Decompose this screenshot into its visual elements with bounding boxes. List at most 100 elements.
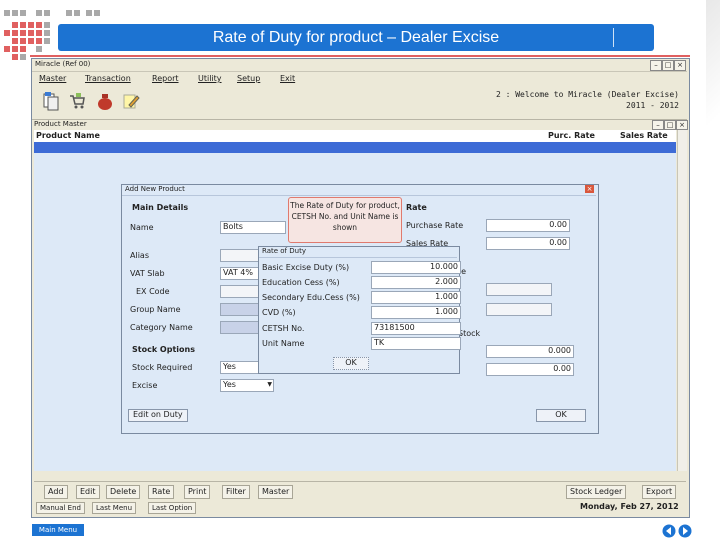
status-bar: Manual End Last Menu Last Option Monday,… — [34, 501, 686, 514]
callout-text: The Rate of Duty for product, CETSH No. … — [290, 201, 400, 232]
secondary-cess-input[interactable]: 1.000 — [371, 291, 461, 304]
cart-icon[interactable] — [68, 91, 86, 111]
education-cess-input[interactable]: 2.000 — [371, 276, 461, 289]
main-details-label: Main Details — [132, 203, 189, 212]
col-product-name[interactable]: Product Name — [36, 131, 100, 140]
alias-input[interactable] — [220, 249, 262, 262]
banner-divider — [613, 28, 614, 47]
menu-report[interactable]: Report — [152, 74, 179, 83]
category-name-label: Category Name — [130, 323, 193, 332]
cetsh-label: CETSH No. — [262, 324, 305, 333]
explanation-callout: The Rate of Duty for product, CETSH No. … — [288, 197, 402, 243]
edit-on-duty-button[interactable]: Edit on Duty — [128, 409, 188, 422]
prev-slide-icon[interactable] — [662, 524, 676, 538]
name-label: Name — [130, 223, 154, 232]
welcome-year: 2011 - 2012 — [626, 101, 679, 110]
menu-exit[interactable]: Exit — [280, 74, 295, 83]
money-bag-icon[interactable] — [96, 91, 114, 111]
excise-code-input[interactable] — [220, 285, 262, 298]
group-name-label: Group Name — [130, 305, 181, 314]
main-menu-button[interactable]: Main Menu — [32, 524, 84, 536]
manual-end-button[interactable]: Manual End — [36, 502, 85, 514]
menu-setup[interactable]: Setup — [237, 74, 260, 83]
pm-close-icon[interactable]: × — [676, 120, 688, 130]
vat-slab-input[interactable]: VAT 4% — [220, 267, 262, 280]
excise-select[interactable]: Yes ▼ — [220, 379, 274, 392]
status-date: Monday, Feb 27, 2012 — [580, 502, 679, 511]
rate-button[interactable]: Rate — [148, 485, 175, 499]
opening-stock-input[interactable]: 0.000 — [486, 345, 574, 358]
slide-title: Rate of Duty for product – Dealer Excise — [212, 29, 500, 46]
add-button[interactable]: Add — [44, 485, 68, 499]
selected-row[interactable] — [34, 142, 676, 153]
app-title: Miracle (Ref 00) — [35, 60, 91, 68]
category-name-input[interactable] — [220, 321, 262, 334]
purchase-rate-label: Purchase Rate — [406, 221, 464, 230]
excise-select-value: Yes — [223, 380, 236, 389]
cetsh-input[interactable]: 73181500 — [371, 322, 461, 335]
edit-button[interactable]: Edit — [76, 485, 100, 499]
print-button[interactable]: Print — [184, 485, 211, 499]
vertical-scrollbar[interactable] — [677, 130, 687, 471]
master-button[interactable]: Master — [258, 485, 294, 499]
stock-required-select[interactable]: Yes — [220, 361, 262, 374]
cvd-label: CVD (%) — [262, 308, 296, 317]
documents-icon[interactable] — [42, 91, 60, 111]
basic-excise-input[interactable]: 10.000 — [371, 261, 461, 274]
mrp-input[interactable] — [486, 283, 552, 296]
slide-title-banner: Rate of Duty for product – Dealer Excise — [58, 24, 654, 51]
stock-options-label: Stock Options — [132, 345, 195, 354]
app-titlebar: Miracle (Ref 00) – □ × — [32, 59, 687, 72]
alias-label: Alias — [130, 251, 149, 260]
last-option-button[interactable]: Last Option — [148, 502, 197, 514]
rate-of-duty-dialog: Rate of Duty Basic Excise Duty (%) 10.00… — [258, 246, 461, 374]
col-sales-rate[interactable]: Sales Rate — [620, 131, 668, 140]
col-purc-rate[interactable]: Purc. Rate — [548, 131, 595, 140]
sales-rate-input[interactable]: 0.00 — [486, 237, 570, 250]
toolbar: 2 : Welcome to Miracle (Dealer Excise) 2… — [32, 87, 687, 120]
secondary-cess-label: Secondary Edu.Cess (%) — [262, 293, 360, 302]
export-button[interactable]: Export — [642, 485, 677, 499]
rate-duty-ok-button[interactable]: OK — [333, 357, 369, 370]
minimize-icon[interactable]: – — [650, 60, 662, 71]
pm-maximize-icon[interactable]: □ — [664, 120, 676, 130]
rate-group-label: Rate — [406, 203, 427, 212]
welcome-company: 2 : Welcome to Miracle (Dealer Excise) — [495, 90, 679, 99]
corner-decor — [706, 0, 720, 200]
stock-ledger-button[interactable]: Stock Ledger — [566, 485, 627, 499]
pm-minimize-icon[interactable]: – — [652, 120, 664, 130]
menu-utility[interactable]: Utility — [198, 74, 222, 83]
pencil-note-icon[interactable] — [122, 91, 140, 111]
product-master-title: Product Master – □ × — [34, 120, 688, 130]
stock-value-input[interactable]: 0.00 — [486, 363, 574, 376]
menu-transaction[interactable]: Transaction — [85, 74, 131, 83]
cvd-input[interactable]: 1.000 — [371, 306, 461, 319]
filter-button[interactable]: Filter — [222, 485, 250, 499]
rate-of-duty-title: Rate of Duty — [262, 247, 306, 255]
stock-required-label: Stock Required — [132, 363, 193, 372]
title-underline — [30, 55, 690, 57]
product-table-header: Product Name Purc. Rate Sales Rate — [34, 130, 676, 142]
last-menu-button[interactable]: Last Menu — [92, 502, 137, 514]
ok-button[interactable]: OK — [536, 409, 586, 422]
excise-code-label: EX Code — [136, 287, 170, 296]
chevron-down-icon[interactable]: ▼ — [267, 380, 272, 390]
group-name-input[interactable] — [220, 303, 262, 316]
close-icon[interactable]: × — [674, 60, 686, 71]
unit-name-input[interactable]: TK — [371, 337, 461, 350]
name-input[interactable]: Bolts — [220, 221, 286, 234]
dialog-close-icon[interactable]: × — [585, 185, 594, 193]
action-bar: Add Edit Delete Rate Print Filter Master… — [34, 481, 686, 500]
menu-master[interactable]: Master — [39, 74, 66, 83]
other-rate-input[interactable] — [486, 303, 552, 316]
stock-label: Stock — [458, 329, 481, 338]
basic-excise-label: Basic Excise Duty (%) — [262, 263, 350, 272]
unit-name-label: Unit Name — [262, 339, 305, 348]
product-master-title-text: Product Master — [34, 120, 87, 128]
purchase-rate-input[interactable]: 0.00 — [486, 219, 570, 232]
menu-bar: Master Transaction Report Utility Setup … — [32, 72, 687, 86]
add-product-titlebar: Add New Product × — [122, 185, 596, 196]
next-slide-icon[interactable] — [678, 524, 692, 538]
delete-button[interactable]: Delete — [106, 485, 141, 499]
maximize-icon[interactable]: □ — [662, 60, 674, 71]
